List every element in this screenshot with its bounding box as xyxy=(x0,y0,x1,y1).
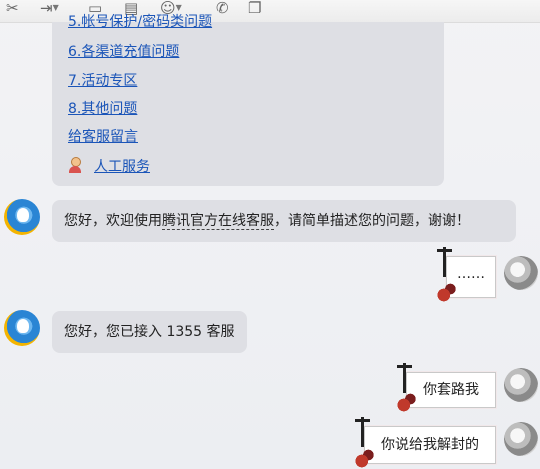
user-avatar[interactable] xyxy=(504,256,538,290)
sticker-cross-icon xyxy=(397,363,412,393)
user-avatar[interactable] xyxy=(504,422,538,456)
user-sticker-text: …… xyxy=(457,266,485,282)
official-service-link[interactable]: 腾讯官方在线客服 xyxy=(162,213,274,230)
user-message-bubble: 你说给我解封的 xyxy=(353,417,496,469)
user-message-text: 你套路我 xyxy=(423,382,479,398)
sticker-cross-icon xyxy=(437,247,452,277)
phone-icon[interactable]: ✆ xyxy=(216,0,229,16)
user-message-text: 你说给我解封的 xyxy=(381,437,479,453)
person-icon xyxy=(68,157,82,173)
scissors-icon[interactable]: ✂ xyxy=(6,0,19,16)
user-sticker: …… xyxy=(435,247,496,303)
connected-text: 您好，您已接入 1355 客服 xyxy=(64,324,235,340)
human-service-link[interactable]: 人工服务 xyxy=(68,157,150,176)
export-icon[interactable]: ⇥▼ xyxy=(40,0,59,16)
flower-decoration-icon xyxy=(435,283,457,303)
human-service-label: 人工服务 xyxy=(94,159,150,175)
flower-decoration-icon xyxy=(353,449,375,469)
user-avatar[interactable] xyxy=(504,368,538,402)
service-menu-bubble: 5.帐号保护/密码类问题 6.各渠道充值问题 7.活动专区 8.其他问题 给客服… xyxy=(52,14,444,186)
sticker-cross-icon xyxy=(355,417,370,447)
menu-item-events[interactable]: 7.活动专区 xyxy=(68,72,137,90)
agent-face-icon xyxy=(17,208,29,222)
menu-item-recharge[interactable]: 6.各渠道充值问题 xyxy=(68,43,179,61)
menu-item-partial[interactable]: 5.帐号保护/密码类问题 xyxy=(68,13,212,31)
copy-icon[interactable]: ❐ xyxy=(248,0,261,16)
flower-decoration-icon xyxy=(395,393,417,413)
menu-item-other[interactable]: 8.其他问题 xyxy=(68,100,137,118)
welcome-prefix: 您好，欢迎使用 xyxy=(64,213,162,229)
user-message-bubble: 你套路我 xyxy=(395,363,496,413)
agent-avatar[interactable] xyxy=(4,310,40,346)
welcome-suffix: ，请简单描述您的问题，谢谢！ xyxy=(274,213,470,229)
agent-welcome-message: 您好，欢迎使用腾讯官方在线客服，请简单描述您的问题，谢谢！ xyxy=(52,200,516,242)
agent-connected-message: 您好，您已接入 1355 客服 xyxy=(52,311,247,353)
menu-item-leave-message[interactable]: 给客服留言 xyxy=(68,128,138,146)
agent-face-icon xyxy=(17,319,29,333)
agent-avatar[interactable] xyxy=(4,199,40,235)
